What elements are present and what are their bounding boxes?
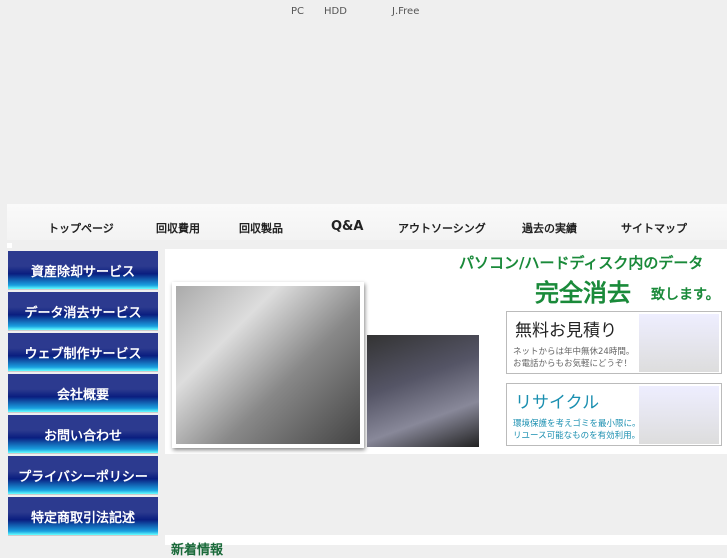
- card-title: 無料お見積り: [515, 321, 617, 341]
- card-text: リユース可能なものを有効利用。: [513, 431, 641, 441]
- card-text: ネットからは年中無休24時間。: [513, 347, 635, 357]
- operator-image: [639, 314, 719, 372]
- hero-line3: 致します。: [651, 287, 720, 303]
- news-section: 新着情報: [165, 535, 727, 558]
- truck-image: [639, 386, 719, 444]
- sidebar-commerce-law[interactable]: 特定商取引法記述: [8, 497, 158, 536]
- nav-qa[interactable]: Q&A: [331, 219, 363, 234]
- hero-line2: 完全消去: [535, 279, 631, 307]
- nav-cost[interactable]: 回収費用: [156, 220, 200, 236]
- sidebar-privacy[interactable]: プライバシーポリシー: [8, 456, 158, 495]
- sidebar-contact[interactable]: お問い合わせ: [8, 415, 158, 454]
- nav-outsourcing[interactable]: アウトソーシング: [398, 220, 486, 236]
- hero-line1: パソコン/ハードディスク内のデータ: [459, 254, 704, 272]
- sidebar-asset-disposal[interactable]: 資産除却サービス: [8, 251, 158, 290]
- header-pc: PC: [291, 6, 305, 17]
- nav-top[interactable]: トップページ: [48, 220, 114, 236]
- free-estimate-card[interactable]: 無料お見積り ネットからは年中無休24時間。 お電話からもお気軽にどうぞ！: [506, 311, 722, 374]
- sidebar-data-erasure[interactable]: データ消去サービス: [8, 292, 158, 331]
- recycle-card[interactable]: リサイクル 環境保護を考えゴミを最小限に。 リユース可能なものを有効利用。: [506, 383, 722, 446]
- card-title: リサイクル: [515, 393, 600, 413]
- sidebar-web-production[interactable]: ウェブ制作サービス: [8, 333, 158, 372]
- nav-sitemap[interactable]: サイトマップ: [621, 220, 687, 236]
- card-text: 環境保護を考えゴミを最小限に。: [513, 419, 641, 429]
- technician-photo: [367, 335, 479, 447]
- laptops-photo: [172, 282, 364, 448]
- nav-achievements[interactable]: 過去の実績: [522, 220, 577, 236]
- card-text: お電話からもお気軽にどうぞ！: [513, 359, 633, 369]
- header-hdd: HDD: [324, 6, 347, 17]
- news-title: 新着情報: [171, 543, 224, 558]
- nav-products[interactable]: 回収製品: [239, 220, 283, 236]
- sidebar-company[interactable]: 会社概要: [8, 374, 158, 413]
- header-brand: J.Free: [392, 6, 420, 17]
- top-nav: トップページ 回収費用 回収製品 Q&A アウトソーシング 過去の実績 サイトマ…: [7, 204, 727, 240]
